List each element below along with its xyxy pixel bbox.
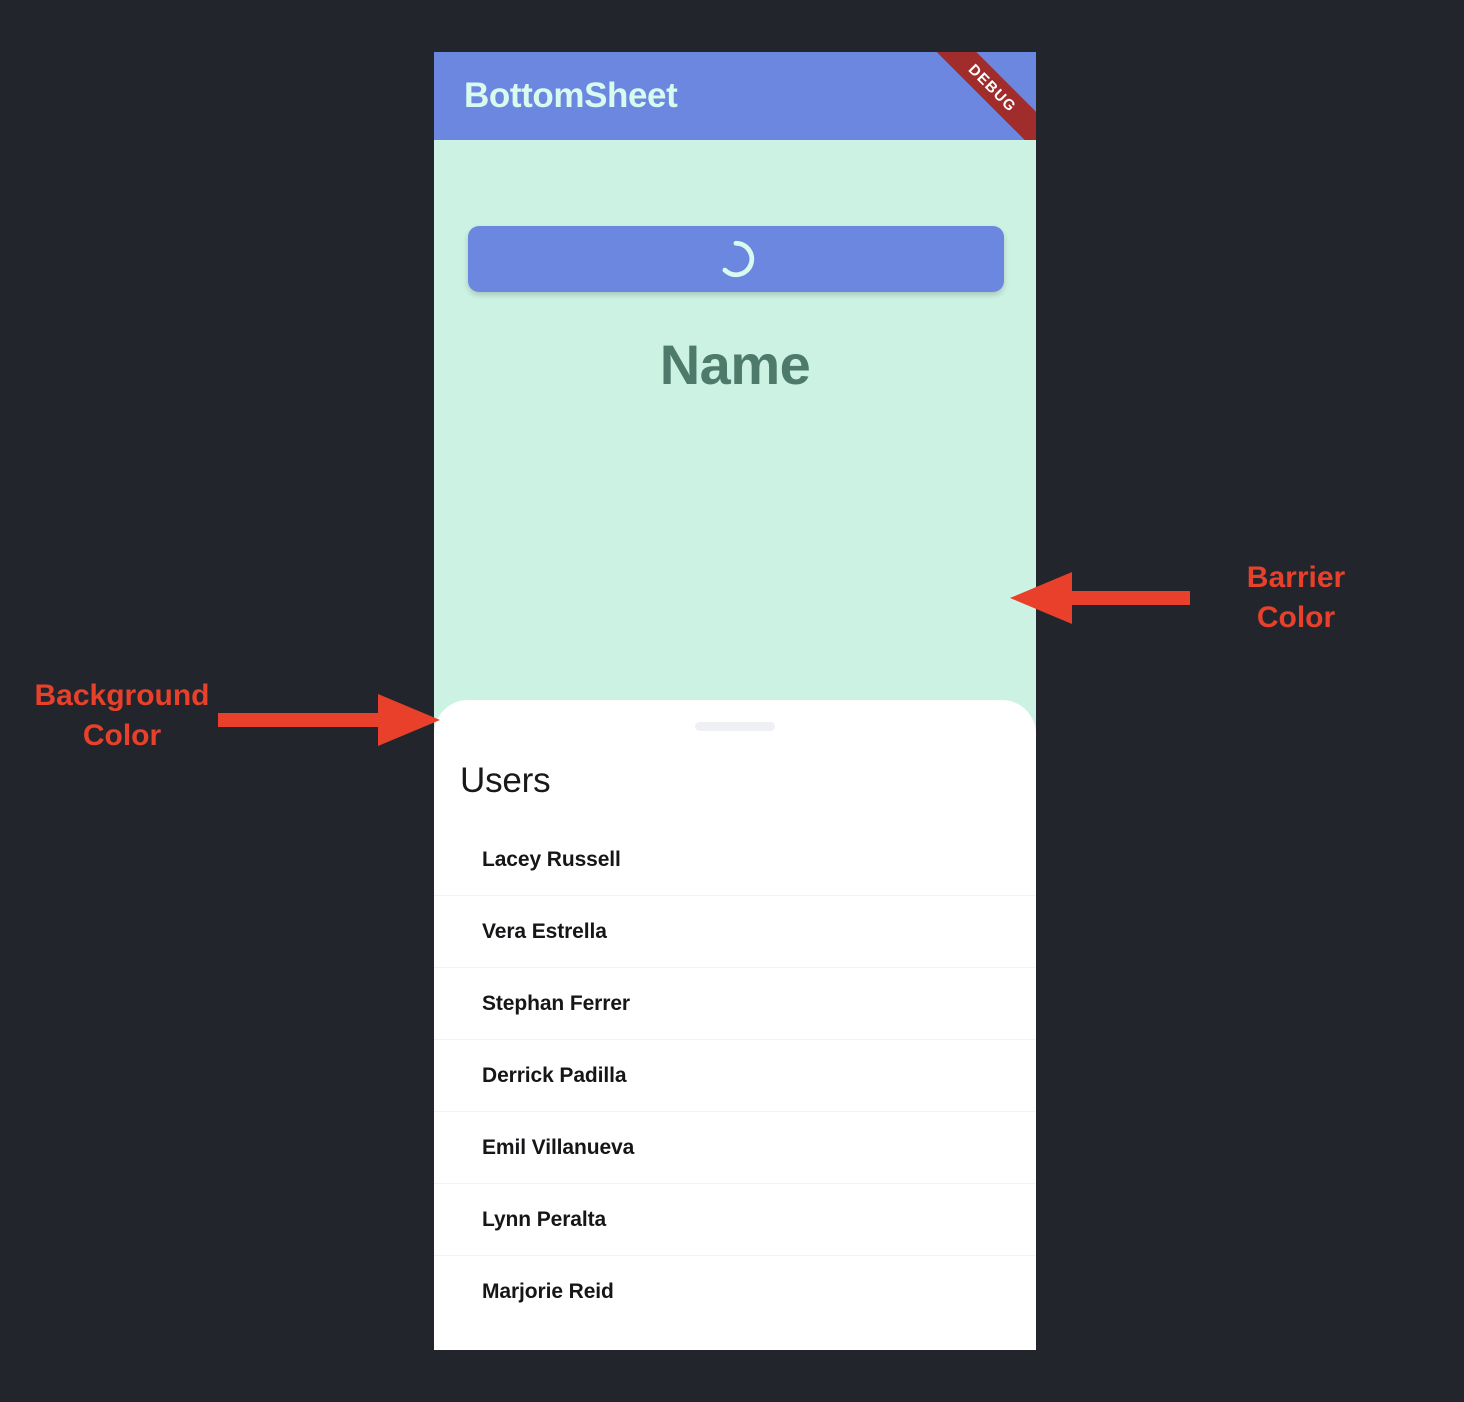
list-item[interactable]: Emil Villanueva — [434, 1112, 1036, 1184]
user-name: Stephan Ferrer — [482, 991, 630, 1015]
list-item[interactable]: Lacey Russell — [434, 824, 1036, 896]
drag-handle[interactable] — [695, 722, 775, 731]
app-bar: BottomSheet DEBUG — [434, 52, 1036, 140]
bottom-sheet-title: Users — [460, 761, 551, 800]
list-item[interactable]: Vera Estrella — [434, 896, 1036, 968]
app-bar-title: BottomSheet — [464, 76, 678, 115]
name-heading: Name — [659, 333, 811, 396]
barrier-scrim: Name — [434, 140, 1036, 752]
user-name: Vera Estrella — [482, 919, 607, 943]
circular-progress-spinner-icon — [722, 240, 755, 278]
user-name: Marjorie Reid — [482, 1280, 614, 1303]
list-item[interactable]: Derrick Padilla — [434, 1040, 1036, 1112]
list-item[interactable]: Marjorie Reid — [434, 1256, 1036, 1328]
load-button[interactable] — [468, 226, 1004, 292]
list-item[interactable]: Lynn Peralta — [434, 1184, 1036, 1256]
user-name: Emil Villanueva — [482, 1135, 635, 1159]
user-name: Lynn Peralta — [482, 1207, 607, 1231]
user-list: Lacey Russell Vera Estrella Stephan Ferr… — [434, 824, 1036, 1328]
barrier-color-label: Barrier Color — [1246, 561, 1346, 634]
debug-banner-ribbon: DEBUG — [920, 52, 1036, 140]
user-name: Lacey Russell — [482, 847, 621, 871]
background-color-label: Background Color — [34, 679, 210, 752]
user-name: Derrick Padilla — [482, 1063, 627, 1087]
bottom-sheet: Users Lacey Russell Vera Estrella Stepha… — [434, 700, 1036, 1350]
phone-frame: BottomSheet DEBUG Name Users Lacey Russe… — [434, 52, 1036, 1350]
screenshot-root: BottomSheet DEBUG Name Users Lacey Russe… — [0, 0, 1464, 1402]
background-color-arrow-icon — [218, 694, 440, 746]
barrier-color-arrow-icon — [1010, 572, 1190, 624]
list-item[interactable]: Stephan Ferrer — [434, 968, 1036, 1040]
